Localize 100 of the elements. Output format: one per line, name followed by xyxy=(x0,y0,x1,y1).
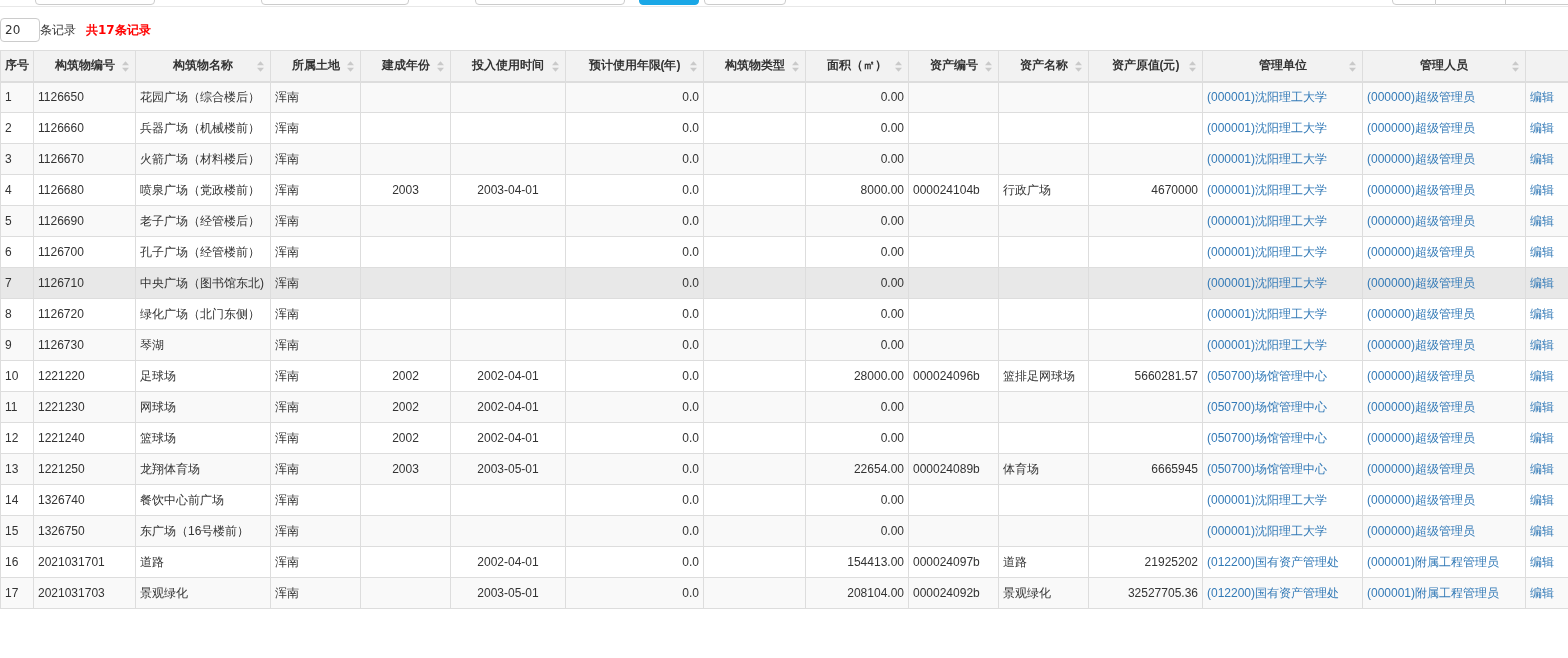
table-cell: 2003 xyxy=(392,183,419,197)
column-header[interactable]: 预计使用年限(年) xyxy=(565,50,704,82)
table-cell: 浑南 xyxy=(275,554,299,569)
sort-icon[interactable] xyxy=(690,61,697,72)
table-cell: 足球场 xyxy=(140,368,176,383)
table-row[interactable]: 8 1126720 绿化广场（北门东侧） 浑南 0.0 0.00 (000001)沈阳理工大学 (000000)超级管理员 编辑 xyxy=(0,298,1568,330)
table-cell: 11 xyxy=(5,400,18,414)
table-cell: 0.0 xyxy=(682,276,699,290)
table-cell: 2002-04-01 xyxy=(477,431,539,445)
column-header[interactable] xyxy=(1525,50,1568,82)
table-row[interactable]: 11 1221230 网球场 浑南 2002 2002-04-01 0.0 0.00 (050700)场馆管理中心 (000000)超级管理员 编辑 xyxy=(0,391,1568,423)
page-size-label: 条记录 xyxy=(40,21,76,39)
column-header[interactable]: 资产原值(元) xyxy=(1088,50,1203,82)
table-row[interactable]: 14 1326740 餐饮中心前广场 浑南 0.0 0.00 (000001)沈阳理工大学 (000000)超级管理员 编辑 xyxy=(0,484,1568,516)
column-header[interactable]: 资产编号 xyxy=(908,50,999,82)
table-cell: 2002-04-01 xyxy=(477,400,539,414)
table-cell: 2002-04-01 xyxy=(477,369,539,383)
table-cell: 花园广场（综合楼后） xyxy=(140,89,260,104)
column-header[interactable]: 建成年份 xyxy=(360,50,451,82)
sort-icon[interactable] xyxy=(347,61,354,72)
table-cell: 浑南 xyxy=(275,89,299,104)
sort-icon[interactable] xyxy=(1189,61,1196,72)
table-cell: 0.00 xyxy=(880,307,904,321)
table-cell: 0.0 xyxy=(682,524,699,538)
sort-icon[interactable] xyxy=(1512,61,1519,72)
table-cell: 1221230 xyxy=(38,400,85,414)
table-cell: 2002 xyxy=(392,369,419,383)
table-cell: 东广场（16号楼前） xyxy=(140,523,250,538)
table-cell: 浑南 xyxy=(275,430,299,445)
table-row[interactable]: 12 1221240 篮球场 浑南 2002 2002-04-01 0.0 0.00 (050700)场馆管理中心 (000000)超级管理员 编辑 xyxy=(0,422,1568,454)
table-row[interactable]: 3 1126670 火箭广场（材料楼后） 浑南 0.0 0.00 (000001)沈阳理工大学 (000000)超级管理员 编辑 xyxy=(0,143,1568,175)
sort-icon[interactable] xyxy=(552,61,559,72)
table-row[interactable]: 13 1221250 龙翔体育场 浑南 2003 2003-05-01 0.0 22654.00 000024089b 体育场 6665945 (050700)场馆管理中心 (000000)超级管理员 编辑 xyxy=(0,453,1568,485)
table-cell: 2002 xyxy=(392,431,419,445)
table-cell: 浑南 xyxy=(275,275,299,290)
table-row[interactable]: 5 1126690 老子广场（经管楼后） 浑南 0.0 0.00 (000001)沈阳理工大学 (000000)超级管理员 编辑 xyxy=(0,205,1568,237)
table-row[interactable]: 16 2021031701 道路 浑南 2002-04-01 0.0 154413.00 000024097b 道路 21925202 (012200)国有资产管理处 (000001)附属工程管理员 编辑 xyxy=(0,546,1568,578)
sort-icon[interactable] xyxy=(437,61,444,72)
table-cell: 1126720 xyxy=(38,307,84,321)
table-cell: 浑南 xyxy=(275,151,299,166)
table-cell: 17 xyxy=(5,586,19,600)
column-header[interactable]: 序号 xyxy=(0,50,34,82)
table-cell: 0.0 xyxy=(682,307,699,321)
sort-icon[interactable] xyxy=(122,61,129,72)
table-cell: 0.0 xyxy=(682,462,699,476)
sort-icon[interactable] xyxy=(1075,61,1082,72)
page-size-field[interactable]: 20 xyxy=(0,18,40,42)
table-row[interactable]: 15 1326750 东广场（16号楼前） 浑南 0.0 0.00 (000001)沈阳理工大学 (000000)超级管理员 编辑 xyxy=(0,515,1568,547)
sort-icon[interactable] xyxy=(895,61,902,72)
column-header[interactable]: 面积（㎡） xyxy=(805,50,909,82)
sort-icon[interactable] xyxy=(1349,61,1356,72)
table-cell: 1221240 xyxy=(38,431,85,445)
table-cell: 0.00 xyxy=(880,493,904,507)
table-cell: 3 xyxy=(5,152,12,166)
table-cell: 1126710 xyxy=(38,276,84,290)
table-cell: 0.0 xyxy=(682,555,699,569)
table-cell: 21925202 xyxy=(1144,555,1198,569)
sort-icon[interactable] xyxy=(792,61,799,72)
table-cell: 2002 xyxy=(392,400,419,414)
table-cell: 浑南 xyxy=(275,337,299,352)
table-row[interactable]: 9 1126730 琴湖 浑南 0.0 0.00 (000001)沈阳理工大学 (000000)超级管理员 编辑 xyxy=(0,329,1568,361)
table-cell: 0.0 xyxy=(682,369,699,383)
sort-icon[interactable] xyxy=(257,61,264,72)
table-cell: 浑南 xyxy=(275,213,299,228)
table-cell: 浑南 xyxy=(275,523,299,538)
table-cell: 火箭广场（材料楼后） xyxy=(140,151,260,166)
column-header[interactable]: 投入使用时间 xyxy=(450,50,566,82)
column-header[interactable]: 所属土地 xyxy=(270,50,361,82)
table-cell: 篮排足网球场 xyxy=(1003,368,1075,383)
table-cell: 0.0 xyxy=(682,152,699,166)
table-cell: 浑南 xyxy=(275,461,299,476)
table-cell: 14 xyxy=(5,493,19,507)
table-cell: 道路 xyxy=(1003,554,1027,569)
table-row[interactable]: 4 1126680 喷泉广场（党政楼前） 浑南 2003 2003-04-01 0.0 8000.00 000024104b 行政广场 4670000 (000001)沈阳理工大学 (000000)超级管理员 编辑 xyxy=(0,174,1568,206)
table-cell: 1126730 xyxy=(38,338,84,352)
column-header[interactable]: 构筑物名称 xyxy=(135,50,271,82)
column-header[interactable]: 构筑物类型 xyxy=(703,50,806,82)
table-cell: 000024097b xyxy=(913,555,980,569)
table-cell: 0.0 xyxy=(682,214,699,228)
table-row[interactable]: 10 1221220 足球场 浑南 2002 2002-04-01 0.0 28000.00 000024096b 篮排足网球场 5660281.57 (050700)场馆管理中心 (000000)超级管理员 编辑 xyxy=(0,360,1568,392)
table-cell: 龙翔体育场 xyxy=(140,461,200,476)
table-row[interactable]: 7 1126710 中央广场（图书馆东北) 浑南 0.0 0.00 (000001)沈阳理工大学 (000000)超级管理员 编辑 xyxy=(0,267,1568,299)
table-cell: 000024096b xyxy=(913,369,980,383)
table-row[interactable]: 2 1126660 兵器广场（机械楼前） 浑南 0.0 0.00 (000001)沈阳理工大学 (000000)超级管理员 编辑 xyxy=(0,112,1568,144)
table-cell: 32527705.36 xyxy=(1127,586,1198,600)
sort-icon[interactable] xyxy=(985,61,992,72)
table-cell: 8 xyxy=(5,307,12,321)
table-cell: 0.0 xyxy=(682,338,699,352)
table-cell: 行政广场 xyxy=(1003,182,1051,197)
table-cell: 1 xyxy=(5,90,12,105)
table-row[interactable]: 1 1126650 花园广场（综合楼后） 浑南 0.0 0.00 (000001)沈阳理工大学 (000000)超级管理员 编辑 xyxy=(0,81,1568,113)
column-header[interactable]: 管理人员 xyxy=(1362,50,1526,82)
table-row[interactable]: 6 1126700 孔子广场（经管楼前） 浑南 0.0 0.00 (000001)沈阳理工大学 (000000)超级管理员 编辑 xyxy=(0,236,1568,268)
table-row[interactable]: 17 2021031703 景观绿化 浑南 2003-05-01 0.0 208104.00 000024092b 景观绿化 32527705.36 (012200)国有资产管理处 (000001)附属工程管理员 编辑 xyxy=(0,577,1568,609)
table-cell: 2021031701 xyxy=(38,555,105,569)
column-header[interactable]: 管理单位 xyxy=(1202,50,1363,82)
table-cell: 0.00 xyxy=(880,90,904,105)
table-cell: 浑南 xyxy=(275,492,299,507)
column-header[interactable]: 构筑物编号 xyxy=(33,50,136,82)
column-header[interactable]: 资产名称 xyxy=(998,50,1089,82)
